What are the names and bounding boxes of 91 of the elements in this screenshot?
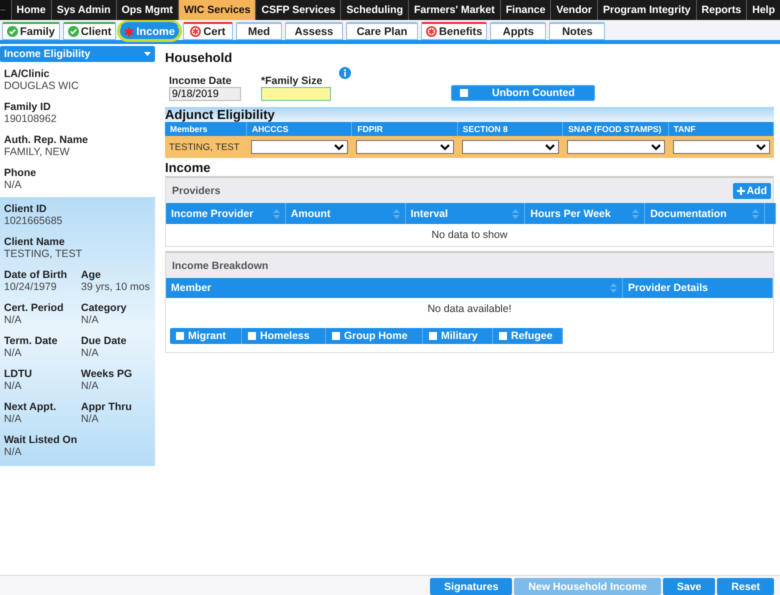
nav-item[interactable]: Ops Mgmt <box>116 0 178 20</box>
tab[interactable]: Cert <box>182 22 233 40</box>
field-label: Age <box>81 269 102 281</box>
field-label: Client ID <box>4 203 47 215</box>
nav-item[interactable]: CSFP Services <box>255 0 340 20</box>
field-label: Next Appt. <box>4 401 58 413</box>
field-value: TESTING, TEST <box>4 248 83 260</box>
nav-item[interactable]: Home <box>10 0 51 20</box>
asterisk-icon <box>124 26 134 36</box>
date-field[interactable]: 9/18/2019 <box>169 87 241 101</box>
sort-icon[interactable] <box>272 208 280 218</box>
column-header: SECTION 8 <box>458 122 564 136</box>
dropdown[interactable] <box>251 140 348 154</box>
field-label: Phone <box>4 167 38 179</box>
field-label: Auth. Rep. Name <box>4 134 90 146</box>
check-circle-icon <box>68 26 79 37</box>
field-value: FAMILY, NEW <box>4 146 71 158</box>
field-label: Appr Thru <box>81 401 133 413</box>
dropdown[interactable] <box>567 140 665 154</box>
caret-icon <box>144 52 151 56</box>
nav-item[interactable]: Farmers' Market <box>408 0 500 20</box>
table-cell: TESTING, TEST <box>165 136 247 158</box>
tab[interactable]: Client <box>62 22 116 40</box>
field-label: Category <box>81 302 128 314</box>
field-label: Date of Birth <box>4 269 68 281</box>
column-header: AHCCCS <box>247 122 352 136</box>
field-label: LA/Clinic <box>4 68 51 80</box>
section-title: Household <box>165 50 234 65</box>
header-spacer <box>765 203 776 224</box>
field-label: Client Name <box>4 236 66 248</box>
field-value: 10/24/1979 <box>4 281 58 293</box>
tab[interactable]: Appts <box>490 22 546 40</box>
tab[interactable]: Assess <box>284 22 343 40</box>
field-value: N/A <box>4 179 23 191</box>
sort-icon[interactable] <box>392 208 400 218</box>
tab[interactable]: Benefits <box>420 22 488 40</box>
field-value: 190108962 <box>4 113 58 125</box>
tab[interactable]: Family <box>2 22 60 40</box>
field-label: Term. Date <box>4 335 58 347</box>
tab[interactable]: Med <box>236 22 282 40</box>
field-value: N/A <box>81 347 100 359</box>
nav-item[interactable]: Sys Admin <box>50 0 116 20</box>
nav-item[interactable]: Scheduling <box>340 0 408 20</box>
tab[interactable]: Care Plan <box>346 22 418 40</box>
field-label: Income Date <box>169 75 232 87</box>
field-label: LDTU <box>4 368 33 380</box>
column-header: FDPIR <box>352 122 458 136</box>
field-label: *Family Size <box>261 75 324 87</box>
field-value: 39 yrs, 10 mos <box>81 281 151 293</box>
field-value: N/A <box>4 380 23 392</box>
field-label: Cert. Period <box>4 302 65 314</box>
dropdown[interactable] <box>672 140 770 154</box>
dropdown[interactable] <box>462 140 560 154</box>
nav-item[interactable]: Help <box>746 0 780 20</box>
nav-item[interactable]: WIC Services <box>178 0 256 20</box>
column-header: TANF <box>668 122 774 136</box>
nav-item[interactable]: Reports <box>696 0 746 20</box>
field-label: Wait Listed On <box>4 434 78 446</box>
field-label: Family ID <box>4 101 52 113</box>
plus-icon <box>736 186 745 194</box>
field-value: N/A <box>4 446 23 458</box>
field-value: DOUGLAS WIC <box>4 80 80 92</box>
field-value: N/A <box>81 314 100 326</box>
field-value: 1021665685 <box>4 215 64 227</box>
field-value: N/A <box>81 380 100 392</box>
asterisk-circle-icon <box>426 26 437 37</box>
sort-icon[interactable] <box>752 208 759 218</box>
info-icon[interactable] <box>339 67 351 79</box>
sort-icon[interactable] <box>632 208 640 218</box>
nav-item[interactable]: Finance <box>500 0 550 20</box>
tab[interactable]: Notes <box>549 22 606 40</box>
section-title: Adjunct Eligibility <box>165 107 276 122</box>
input-field[interactable] <box>261 87 331 101</box>
dropdown[interactable] <box>356 140 454 154</box>
field-value: N/A <box>4 413 23 425</box>
asterisk-circle-icon <box>190 26 202 37</box>
column-header: SNAP (FOOD STAMPS) <box>563 122 669 136</box>
sort-icon[interactable] <box>512 208 520 218</box>
panel-title: Income Breakdown <box>172 260 268 272</box>
field-label: Weeks PG <box>81 368 134 380</box>
column-header: Members <box>165 122 247 136</box>
sort-icon[interactable] <box>610 283 617 293</box>
field-label: Due Date <box>81 335 128 347</box>
check-circle-icon <box>7 26 18 37</box>
field-value: N/A <box>81 413 100 425</box>
nav-item[interactable]: Vendor <box>550 0 598 20</box>
field-value: N/A <box>4 347 23 359</box>
field-value: N/A <box>4 314 23 326</box>
nav-item[interactable]: Program Integrity <box>597 0 696 20</box>
panel-title: Providers <box>172 184 220 196</box>
section-title: Income <box>165 160 212 175</box>
